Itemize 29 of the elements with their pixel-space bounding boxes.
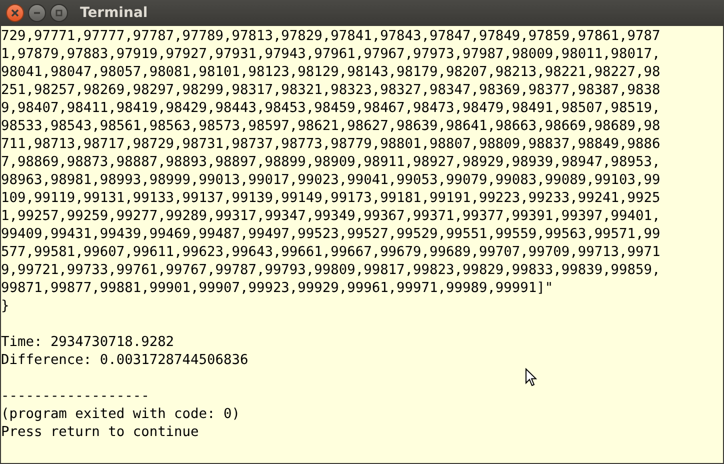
- output-line: 109,99119,99131,99133,99137,99139,99149,99173,99181,99191,99223,99233,99241,9925: [1, 189, 660, 207]
- output-line: 98963,98981,98993,98999,99013,99017,99023,99041,99053,99079,99083,99089,99103,99: [1, 171, 660, 189]
- output-line: ------------------: [1, 387, 150, 405]
- output-line: (program exited with code: 0): [1, 405, 240, 423]
- output-line: Time: 2934730718.9282: [1, 333, 174, 351]
- close-button[interactable]: [6, 4, 24, 22]
- maximize-button[interactable]: [50, 4, 68, 22]
- maximize-icon: [55, 9, 63, 17]
- window-title: Terminal: [80, 4, 148, 22]
- output-line: Press return to continue: [1, 423, 199, 441]
- output-line: 729,97771,97777,97787,97789,97813,97829,97841,97843,97847,97849,97859,97861,9787: [1, 27, 660, 45]
- minimize-button[interactable]: [28, 4, 46, 22]
- output-line: 1,99257,99259,99277,99289,99317,99347,99349,99367,99371,99377,99391,99397,99401,: [1, 207, 660, 225]
- output-line: 1,97879,97883,97919,97927,97931,97943,97961,97967,97973,97987,98009,98011,98017,: [1, 45, 660, 63]
- output-line: 711,98713,98717,98729,98731,98737,98773,98779,98801,98807,98809,98837,98849,9886: [1, 135, 660, 153]
- minimize-icon: [33, 9, 41, 17]
- output-line: 99871,99877,99881,99901,99907,99923,99929,99961,99971,99989,99991]": [1, 279, 554, 297]
- output-line: 577,99581,99607,99611,99623,99643,99661,99667,99679,99689,99707,99709,99713,9971: [1, 243, 660, 261]
- mouse-pointer-icon: [525, 368, 537, 387]
- output-line: Difference: 0.0031728744506836: [1, 351, 248, 369]
- output-line: }: [1, 297, 10, 315]
- output-line: 98041,98047,98057,98081,98101,98123,98129,98143,98179,98207,98213,98221,98227,98: [1, 63, 660, 81]
- output-line: 7,98869,98873,98887,98893,98897,98899,98909,98911,98927,98929,98939,98947,98953,: [1, 153, 660, 171]
- output-line: 9,99721,99733,99761,99767,99787,99793,99809,99817,99823,99829,99833,99839,99859,: [1, 261, 660, 279]
- output-line: 9,98407,98411,98419,98429,98443,98453,98459,98467,98473,98479,98491,98507,98519,: [1, 99, 660, 117]
- output-line: 251,98257,98269,98297,98299,98317,98321,98323,98327,98347,98369,98377,98387,9838: [1, 81, 660, 99]
- output-line: 98533,98543,98561,98563,98573,98597,98621,98627,98639,98641,98663,98669,98689,98: [1, 117, 660, 135]
- output-line: 99409,99431,99439,99469,99487,99497,99523,99527,99529,99551,99559,99563,99571,99: [1, 225, 660, 243]
- close-icon: [11, 9, 19, 17]
